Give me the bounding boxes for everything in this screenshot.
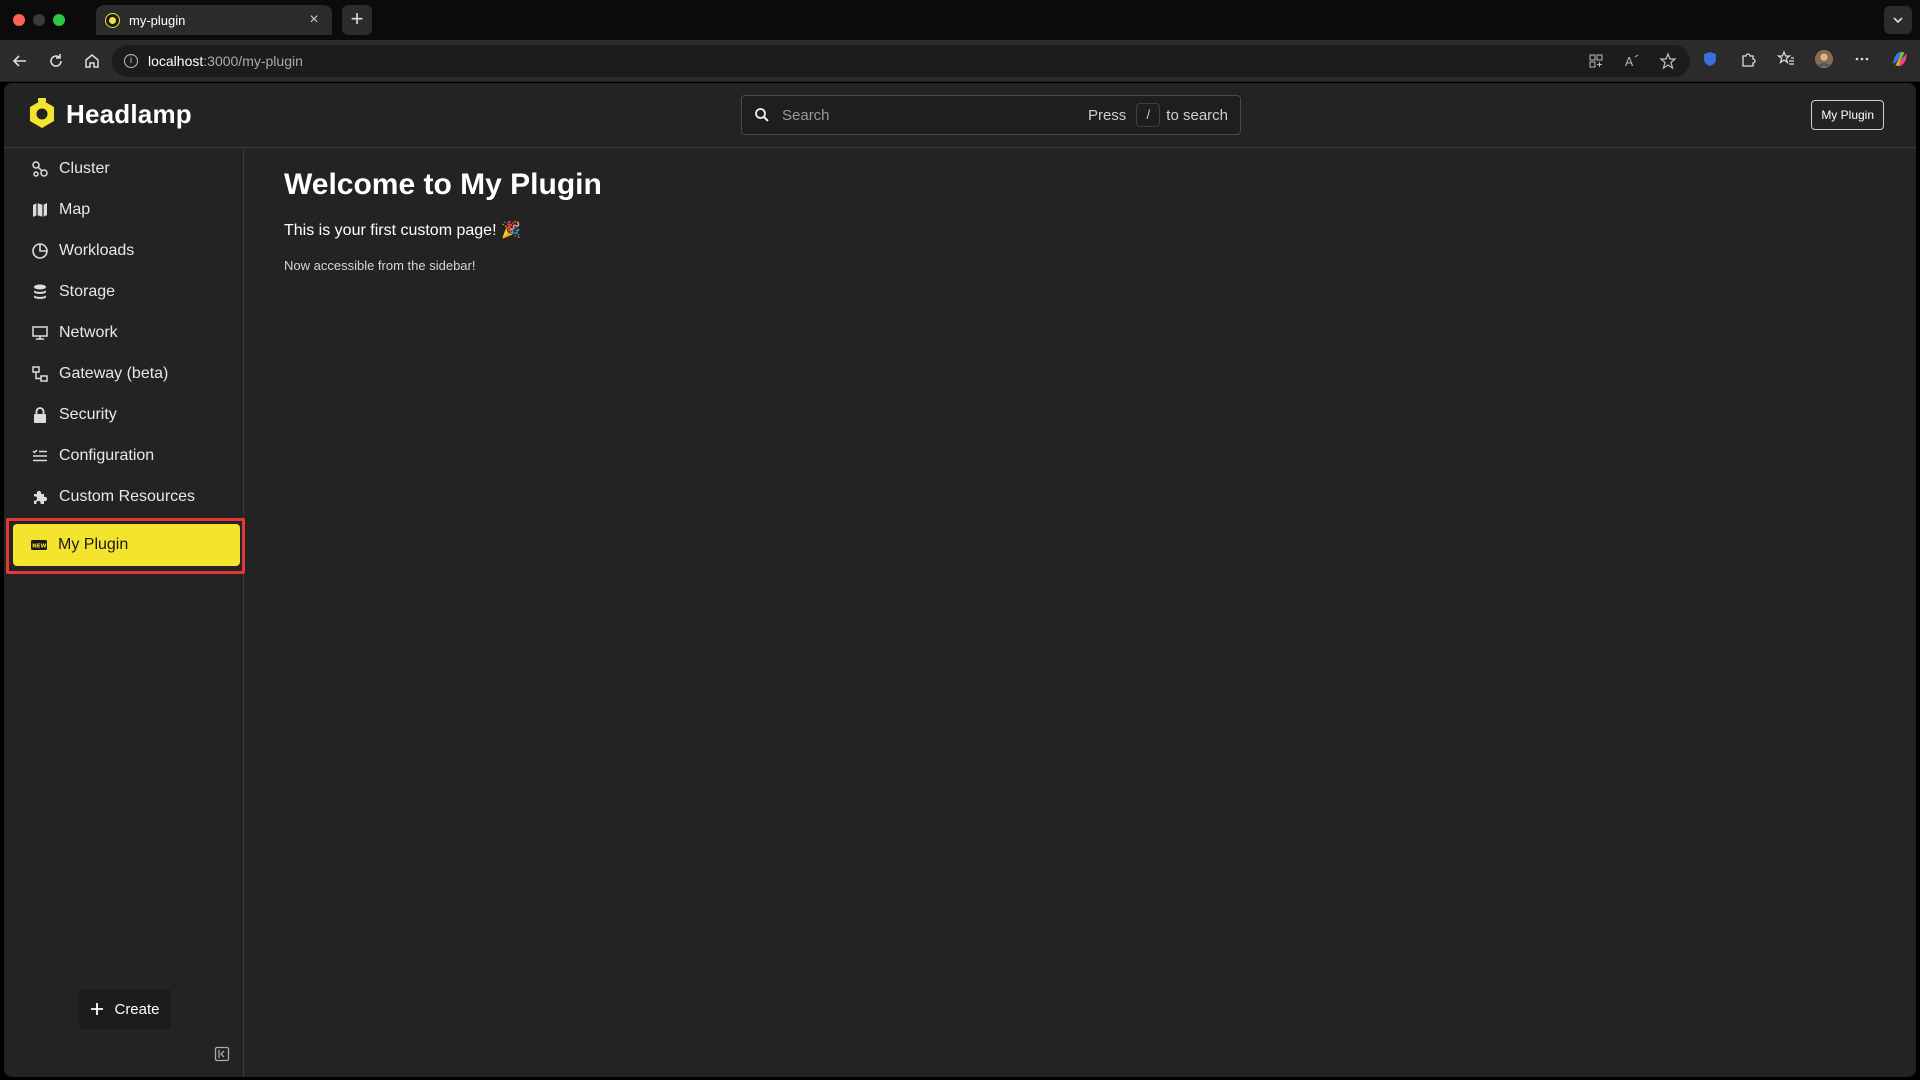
collapse-sidebar-icon[interactable] — [214, 1046, 230, 1062]
search-hint-suffix: to search — [1166, 106, 1228, 124]
storage-icon — [34, 284, 46, 299]
favorites-icon[interactable] — [1776, 49, 1796, 69]
search-shortcut-key: / — [1136, 103, 1161, 127]
svg-text:NEW: NEW — [32, 543, 46, 549]
tab-title: my-plugin — [129, 12, 186, 28]
sidebar: Cluster Map Workloads Storage Network Ga… — [4, 148, 245, 1077]
chevron-down-icon — [1893, 17, 1903, 24]
new-badge-icon: NEW — [31, 540, 47, 550]
sidebar-item-label: Security — [59, 405, 117, 423]
sidebar-item-cluster[interactable]: Cluster — [10, 148, 242, 189]
sidebar-item-custom-resources[interactable]: Custom Resources — [10, 476, 242, 517]
sidebar-note-text: Now accessible from the sidebar! — [284, 258, 476, 273]
sidebar-item-label: Gateway (beta) — [59, 364, 169, 382]
back-button[interactable] — [8, 49, 32, 73]
tab-list-button[interactable] — [1884, 6, 1912, 34]
lock-icon — [34, 406, 46, 423]
intro-text: This is your first custom page! 🎉 — [284, 222, 521, 239]
sidebar-item-storage[interactable]: Storage — [10, 271, 242, 312]
network-icon — [32, 325, 48, 340]
headlamp-app: Headlamp Press / to search My Plugin Clu… — [4, 83, 1916, 1077]
read-aloud-icon[interactable]: A — [1622, 51, 1642, 71]
brand-name: Headlamp — [66, 98, 192, 129]
headlamp-logo-icon — [28, 98, 56, 130]
sidebar-item-map[interactable]: Map — [10, 189, 242, 230]
app-available-icon[interactable] — [1586, 51, 1606, 71]
sidebar-item-my-plugin[interactable]: NEW My Plugin — [13, 524, 240, 566]
workloads-icon — [32, 242, 48, 259]
tab-close-icon[interactable]: × — [306, 11, 322, 29]
copilot-icon[interactable] — [1890, 49, 1910, 69]
headlamp-favicon-icon — [106, 13, 119, 27]
url-host: localhost — [148, 53, 204, 69]
map-icon — [33, 202, 47, 217]
search-icon — [755, 108, 769, 122]
sidebar-item-label: Custom Resources — [59, 487, 196, 505]
search-box[interactable]: Press / to search — [741, 95, 1241, 135]
address-bar[interactable]: i localhost :3000/my-plugin A — [112, 45, 1690, 77]
site-info-icon[interactable]: i — [124, 54, 138, 68]
cluster-icon — [32, 160, 48, 177]
url-path: :3000/my-plugin — [203, 53, 303, 69]
more-options-icon[interactable] — [1852, 49, 1872, 69]
reload-icon — [50, 54, 62, 67]
sidebar-item-label: Storage — [59, 282, 116, 300]
my-plugin-header-button[interactable]: My Plugin — [1811, 100, 1884, 130]
plus-icon — [91, 1003, 104, 1015]
main-content: Welcome to My Plugin This is your first … — [284, 168, 602, 273]
sidebar-item-label: Cluster — [59, 159, 110, 177]
search-input[interactable] — [782, 106, 1088, 124]
reload-button[interactable] — [44, 49, 68, 73]
highlight-annotation-box: NEW My Plugin — [6, 518, 245, 574]
sidebar-item-label: Network — [59, 323, 118, 341]
create-label: Create — [114, 1000, 160, 1018]
browser-tab-bar: my-plugin × + — [0, 0, 1920, 40]
close-window-button[interactable] — [13, 14, 25, 26]
sidebar-item-label: Configuration — [59, 446, 155, 464]
browser-toolbar: i localhost :3000/my-plugin A — [0, 40, 1920, 82]
shield-extension-icon[interactable] — [1700, 49, 1720, 69]
sidebar-item-label: Map — [59, 200, 91, 218]
search-hint-press: Press — [1087, 106, 1127, 124]
sidebar-item-label: My Plugin — [58, 536, 129, 553]
sidebar-item-label: Workloads — [59, 241, 135, 259]
puzzle-icon — [34, 490, 48, 504]
maximize-window-button[interactable] — [53, 14, 65, 26]
gateway-icon — [32, 365, 48, 382]
create-button[interactable]: Create — [79, 989, 171, 1029]
minimize-window-button[interactable] — [33, 14, 45, 26]
headlamp-logo[interactable]: Headlamp — [28, 98, 192, 130]
profile-avatar-icon[interactable] — [1814, 49, 1834, 69]
page-title: Welcome to My Plugin — [284, 168, 602, 201]
svg-text:A: A — [1625, 55, 1634, 69]
app-header: Headlamp Press / to search My Plugin — [4, 83, 1916, 148]
sidebar-item-network[interactable]: Network — [10, 312, 242, 353]
sidebar-item-workloads[interactable]: Workloads — [10, 230, 242, 271]
sidebar-item-security[interactable]: Security — [10, 394, 242, 435]
sidebar-item-gateway[interactable]: Gateway (beta) — [10, 353, 242, 394]
arrow-left-icon — [12, 55, 26, 67]
sidebar-item-configuration[interactable]: Configuration — [10, 435, 242, 476]
home-icon — [85, 54, 99, 68]
home-button[interactable] — [80, 49, 104, 73]
search-shortcut-hint: Press / to search — [1088, 103, 1228, 127]
configuration-icon — [32, 449, 47, 461]
extensions-puzzle-icon[interactable] — [1738, 49, 1758, 69]
browser-tab[interactable]: my-plugin × — [96, 5, 332, 35]
new-tab-button[interactable]: + — [342, 5, 372, 35]
favorite-star-icon[interactable] — [1658, 51, 1678, 71]
